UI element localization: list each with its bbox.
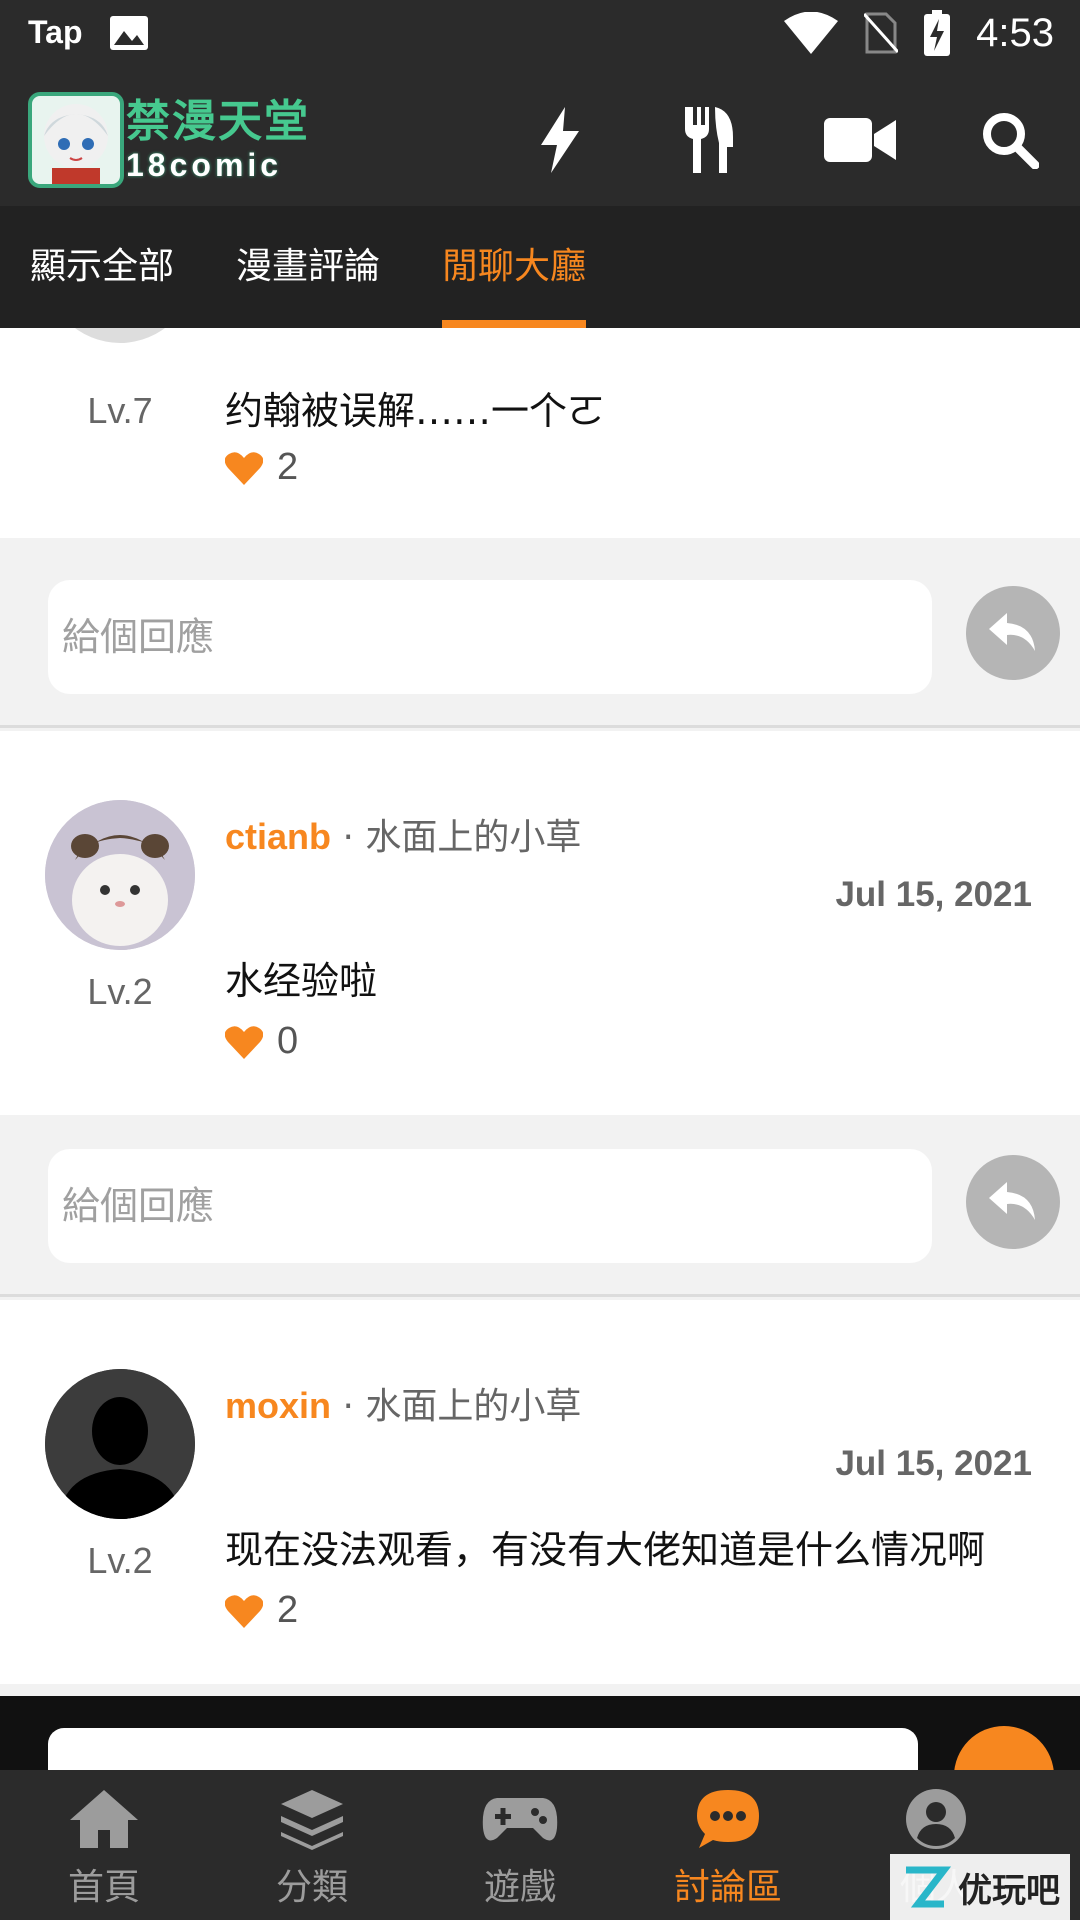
- tab-bar: 顯示全部 漫畫評論 閒聊大廳: [0, 206, 1080, 328]
- reply-icon: [989, 1182, 1035, 1220]
- nav-home[interactable]: 首頁: [0, 1770, 208, 1920]
- comment-card: Lv.2 ctianb · 水面上的小草 Jul 15, 2021 水经验啦 0: [0, 731, 1080, 1115]
- compose-input[interactable]: [48, 1728, 918, 1770]
- reply-icon: [989, 613, 1035, 651]
- tab-comic-reviews[interactable]: 漫畫評論: [236, 206, 380, 328]
- post-date: Jul 15, 2021: [835, 1444, 1032, 1483]
- comment-card: Lv.7 约翰被误解……一个ㄛ: [0, 328, 1080, 446]
- reply-button[interactable]: [966, 1155, 1060, 1249]
- send-button[interactable]: [954, 1726, 1054, 1770]
- user-tag: · 水面上的小草: [331, 817, 582, 858]
- author-line: ctianb · 水面上的小草: [225, 808, 581, 860]
- no-sim-icon: [864, 12, 899, 54]
- search-icon[interactable]: [970, 102, 1050, 178]
- user-icon: [906, 1789, 966, 1849]
- video-icon[interactable]: [820, 102, 900, 178]
- comment-text: 约翰被误解……一个ㄛ: [225, 389, 606, 433]
- comment-text: 现在没法观看，有没有大佬知道是什么情况啊: [225, 1528, 986, 1572]
- wifi-icon: [784, 12, 839, 54]
- avatar[interactable]: [45, 800, 195, 950]
- nav-label: 遊戲: [483, 1867, 556, 1908]
- avatar[interactable]: [45, 328, 195, 343]
- reply-button[interactable]: [966, 586, 1060, 680]
- nav-forum[interactable]: 討論區: [624, 1770, 832, 1920]
- nav-games[interactable]: 遊戲: [416, 1770, 624, 1920]
- tab-show-all[interactable]: 顯示全部: [30, 206, 174, 328]
- like-count: 0: [277, 1020, 299, 1062]
- watermark: 优玩吧: [890, 1854, 1070, 1920]
- layers-icon: [281, 1790, 343, 1850]
- logo-subtitle: 18comic: [126, 147, 283, 183]
- chat-icon: [697, 1790, 759, 1848]
- watermark-logo-icon: [906, 1866, 952, 1908]
- nav-label: 首頁: [67, 1867, 140, 1908]
- username[interactable]: ctianb: [225, 816, 331, 857]
- comment-card: Lv.2 moxin · 水面上的小草 Jul 15, 2021 现在没法观看，…: [0, 1300, 1080, 1684]
- flash-icon[interactable]: [520, 102, 600, 178]
- heart-icon: [225, 451, 263, 485]
- reply-bar: [0, 1115, 1080, 1297]
- logo-mascot: [28, 92, 124, 188]
- nav-label: 分類: [275, 1867, 348, 1908]
- like-button[interactable]: 2: [225, 1589, 298, 1632]
- reply-input[interactable]: [48, 1149, 932, 1263]
- like-button[interactable]: 0: [225, 1020, 298, 1063]
- avatar[interactable]: [45, 1369, 195, 1519]
- author-line: moxin · 水面上的小草: [225, 1377, 581, 1429]
- status-app-label: Tap: [28, 14, 83, 50]
- status-bar: Tap 4:53: [0, 0, 1080, 72]
- comment-feed[interactable]: Lv.7 约翰被误解……一个ㄛ 2 Lv.2 ctianb · 水面上的小草 J…: [0, 328, 1080, 1770]
- like-count: 2: [277, 446, 299, 488]
- image-icon: [109, 15, 148, 50]
- like-button[interactable]: 2: [225, 446, 298, 489]
- watermark-text: 优玩吧: [958, 1870, 1060, 1911]
- status-time: 4:53: [976, 10, 1054, 55]
- logo-title: 禁漫天堂: [126, 96, 310, 147]
- gamepad-icon: [482, 1798, 558, 1841]
- user-level: Lv.2: [87, 1540, 153, 1581]
- user-tag: · 水面上的小草: [331, 1386, 582, 1427]
- reply-input[interactable]: [48, 580, 932, 694]
- comment-card-footer: 2: [0, 446, 1080, 538]
- home-icon: [70, 1790, 138, 1848]
- compose-bar: [0, 1696, 1080, 1770]
- app-header: 禁漫天堂 18comic: [0, 72, 1080, 206]
- heart-icon: [225, 1594, 263, 1628]
- post-date: Jul 15, 2021: [835, 875, 1032, 914]
- comment-text: 水经验啦: [225, 959, 378, 1003]
- user-level: Lv.2: [87, 971, 153, 1012]
- battery-charging-icon: [924, 10, 951, 56]
- username[interactable]: moxin: [225, 1385, 331, 1426]
- user-level: Lv.7: [87, 390, 153, 431]
- utensils-icon[interactable]: [670, 102, 750, 178]
- like-count: 2: [277, 1589, 299, 1631]
- reply-bar: [0, 546, 1080, 728]
- tab-chat-hall[interactable]: 閒聊大廳: [442, 206, 587, 328]
- nav-categories[interactable]: 分類: [208, 1770, 416, 1920]
- nav-label: 討論區: [673, 1867, 782, 1908]
- heart-icon: [225, 1025, 263, 1059]
- app-logo[interactable]: 禁漫天堂 18comic: [28, 92, 310, 188]
